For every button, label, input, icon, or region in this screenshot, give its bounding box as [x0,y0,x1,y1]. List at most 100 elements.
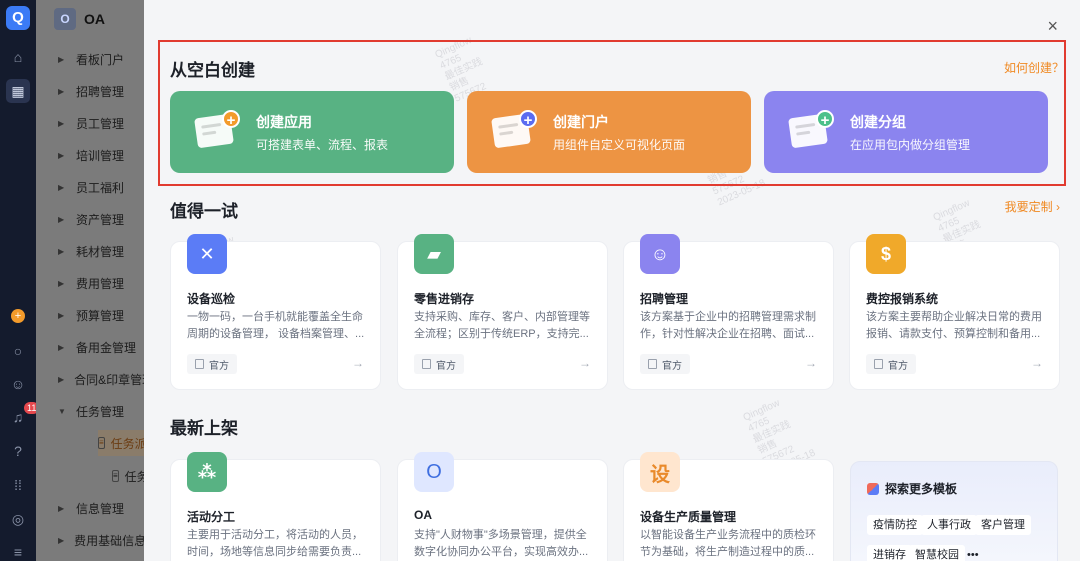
official-tag: 官方 [187,354,237,374]
add-person-icon: ☺ [640,234,680,274]
template-card[interactable]: O OA 支持"人财物事"多场景管理，提供全数字化协同办公平台，实现高效办... [397,452,608,561]
template-desc: 以智能设备生产业务流程中的质检环节为基础，将生产制造过程中的质... [640,529,816,558]
chevron-right-icon: ▶ [58,310,65,320]
explore-title[interactable]: 探索更多模板 [867,480,957,497]
template-name: 设备生产质量管理 [640,510,737,524]
tag-label: 官方 [436,360,456,372]
template-name: 零售进销存 [414,292,475,306]
card-subtitle: 可搭建表单、流程、报表 [256,137,389,152]
template-tag-chip[interactable]: 人事行政 [921,515,977,535]
nav-item-label: 员工管理 [76,116,125,131]
template-card[interactable]: ▰ 零售进销存 支持采购、库存、客户、内部管理等全流程；区别于传统ERP，支持完… [397,234,608,390]
nav-item-label: 预算管理 [76,308,125,323]
template-tag-chip[interactable]: 智慧校园 [909,545,965,561]
explore-title-label: 探索更多模板 [885,482,958,496]
template-tag-chip[interactable]: 进销存 [867,545,912,561]
nav-item[interactable]: ▶ 资产管理 [36,203,144,235]
home-icon[interactable]: ⌂ [9,48,27,66]
official-tag: 官方 [866,354,916,374]
customize-link[interactable]: 我要定制 › [1005,198,1060,215]
nav-item[interactable]: ▶ 预算管理 [36,299,144,331]
nav-item-label: 任务管理 [76,404,125,419]
chevron-right-icon: ▶ [58,374,65,384]
nav-item[interactable]: ▶ 员工管理 [36,107,144,139]
template-card[interactable]: ☺ 招聘管理 该方案基于企业中的招聘管理需求制作，针对性解决企业在招聘、面试..… [623,234,834,390]
nav-subitem-label: 任务派发 [110,436,144,451]
nav-item[interactable]: ▶ 看板门户 [36,43,144,75]
official-tag: 官方 [414,354,464,374]
template-desc: 主要用于活动分工，将活动的人员，时间，场地等信息同步给需要负责... [187,529,363,558]
template-tag-chip[interactable]: 疫情防控 [867,515,923,535]
nav-item-label: 费用管理 [76,276,125,291]
template-desc: 该方案主要帮助企业解决日常的费用报销、请款支付、预算控制和备用... [866,311,1042,340]
building-icon [874,359,883,369]
template-card[interactable]: ⁂ 活动分工 主要用于活动分工，将活动的人员，时间，场地等信息同步给需要负责..… [170,452,381,561]
tools-icon: ✕ [187,234,227,274]
template-card[interactable]: 设 设备生产质量管理 以智能设备生产业务流程中的质检环节为基础，将生产制造过程中… [623,452,834,561]
left-rail: Q ⌂ ▦ + ○ ☺ ♫ 11 ? ⁞⁞ ◎ ≡ [0,0,40,561]
arrow-right-icon[interactable]: → [579,356,591,370]
collapse-icon[interactable]: ≡ [9,543,27,561]
template-icon [867,482,879,495]
template-name: 招聘管理 [640,292,689,306]
nav-item[interactable]: ▶ 耗材管理 [36,235,144,267]
create-portal-card[interactable]: + 创建门户 用组件自定义可视化页面 [467,91,751,173]
nav-item-label: 看板门户 [76,52,125,67]
nav-item-label: 合同&印章管理 [74,372,144,387]
template-desc: 一物一码，一台手机就能覆盖全生命周期的设备管理， 设备档案管理、... [187,311,365,340]
nav-item[interactable]: ▶ 信息管理 [36,492,144,524]
nav-item-label: 耗材管理 [76,244,125,259]
nav-subitem-active[interactable]: ≡ 任务派发 [98,430,144,456]
nav-item[interactable]: ▶ 招聘管理 [36,75,144,107]
arrow-right-icon[interactable]: → [352,356,364,370]
app-logo[interactable]: Q [6,6,30,30]
nav-item[interactable]: ▶ 费用基础信息 [36,524,144,556]
nav-item[interactable]: ▶ 费用管理 [36,267,144,299]
template-desc: 支持"人财物事"多场景管理，提供全数字化协同办公平台，实现高效办... [414,529,589,558]
nav-item[interactable]: ▶ 培训管理 [36,139,144,171]
nav-item[interactable]: ▼ 任务管理 [36,395,144,427]
apps-icon[interactable]: ▦ [6,79,30,103]
card-title: 创建门户 [553,113,609,130]
tag-label: 官方 [209,360,229,372]
template-card[interactable]: ✕ 设备巡检 一物一码，一台手机就能覆盖全生命周期的设备管理， 设备档案管理、.… [170,234,381,390]
chevron-down-icon: ▼ [58,406,66,416]
arrow-right-icon[interactable]: → [1031,356,1043,370]
template-name: 活动分工 [187,510,236,524]
add-icon[interactable]: + [11,309,25,323]
chevron-right-icon: ▶ [58,86,65,96]
users-icon[interactable]: ☺ [9,375,27,393]
settings-icon[interactable]: ◎ [9,510,27,528]
nav-item[interactable]: ▶ 备用金管理 [36,331,144,363]
create-app-card[interactable]: + 创建应用 可搭建表单、流程、报表 [170,91,454,173]
chevron-right-icon: ▶ [58,246,65,256]
grid-icon[interactable]: ⁞⁞ [9,476,27,494]
nav-subitem-label: 任务进度 [124,469,144,484]
oa-letter-icon: O [414,452,454,492]
building-icon [422,359,431,369]
app-header: O OA [36,0,144,38]
template-card[interactable]: $ 费控报销系统 该方案主要帮助企业解决日常的费用报销、请款支付、预算控制和备用… [849,234,1060,390]
more-icon[interactable]: ••• [961,545,985,561]
template-desc: 该方案基于企业中的招聘管理需求制作，针对性解决企业在招聘、面试... [640,311,816,340]
card-title: 创建应用 [256,113,312,130]
template-tag-chip[interactable]: 客户管理 [975,515,1031,535]
tag-label: 官方 [888,360,908,372]
explore-more-templates: 探索更多模板 疫情防控 人事行政 客户管理 进销存 智慧校园 ••• [850,461,1058,561]
card-subtitle: 在应用包内做分组管理 [850,137,971,152]
search-icon[interactable]: ○ [9,342,27,360]
chevron-right-icon: ▶ [58,214,65,224]
arrow-right-icon[interactable]: → [805,356,817,370]
nav-item[interactable]: ▶ 合同&印章管理 [36,363,144,395]
nav-item-label: 培训管理 [76,148,125,163]
close-icon[interactable]: × [1047,16,1058,36]
nav-subitem[interactable]: ≡ 任务进度 [76,463,144,489]
create-group-card[interactable]: + 创建分组 在应用包内做分组管理 [764,91,1048,173]
template-desc: 支持采购、库存、客户、内部管理等全流程；区别于传统ERP，支持完... [414,311,590,340]
app-title: OA [84,11,105,27]
help-icon[interactable]: ? [9,442,27,460]
chevron-right-icon: ▶ [58,150,65,160]
how-to-create-link[interactable]: 如何创建？ [1004,59,1064,76]
nav-item[interactable]: ▶ 员工福利 [36,171,144,203]
building-icon [195,359,204,369]
